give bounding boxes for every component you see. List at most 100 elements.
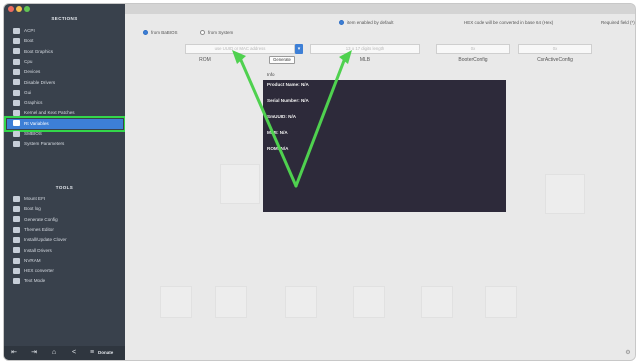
zoom-window-button[interactable] (24, 6, 30, 12)
background-tile (545, 174, 585, 214)
sidebar-item-label: Install/Update Clover (24, 237, 67, 243)
sidebar-section-system-parameters[interactable]: System Parameters (7, 139, 123, 149)
sidebar-item-label: Boot log (24, 206, 41, 212)
palette-icon (13, 226, 20, 233)
list-icon (13, 110, 20, 117)
sidebar-item-label: Devices (24, 69, 41, 75)
sidebar-item-label: ACPI (24, 28, 35, 33)
sidebar-item-label: Text Mode (24, 278, 46, 284)
sidebar-item-label: Gui (24, 89, 32, 95)
donate-button[interactable]: Donate (98, 349, 113, 357)
hex-note: HEX code will be converted in base 64 (H… (464, 20, 554, 25)
sidebar-item-label: Mount EFI (24, 196, 46, 201)
booter-config-column-label: BooterConfig (458, 57, 488, 63)
background-tile (220, 164, 260, 204)
download-icon (13, 236, 20, 243)
mlb-input[interactable]: 13 o 17 digits length (310, 44, 420, 54)
disk-icon (13, 195, 20, 202)
close-window-button[interactable] (8, 6, 14, 12)
sidebar-item-label: Install Drivers (24, 247, 52, 253)
sidebar-item-label: Themes Editor (24, 226, 54, 232)
info-smuuid: SmUUID: N/A (267, 114, 297, 119)
booter-config-input[interactable]: 0x (436, 44, 510, 54)
sidebar-item-label: System Parameters (24, 141, 65, 147)
import-icon[interactable]: ⇤ (10, 349, 18, 357)
sidebar-bottom-bar: ⇤ ⇥ ⌂ < ≡ Donate (4, 346, 125, 360)
sidebar-item-label: Kernel and Kext Patches (24, 110, 75, 116)
sidebar-section-acpi[interactable]: ACPI (7, 26, 123, 36)
sidebar-item-label: Boot Graphics (24, 48, 54, 54)
sidebar-section-cpu[interactable]: Cpu (7, 57, 123, 67)
background-tile (160, 286, 192, 318)
coin-icon[interactable]: ≡ (88, 349, 96, 357)
sidebar-section-graphics[interactable]: Graphics (7, 98, 123, 108)
sidebar-tool-install-drivers[interactable]: Install Drivers (7, 246, 123, 256)
info-rom: ROM: N/A (267, 146, 289, 151)
list-icon (13, 130, 20, 137)
csr-active-config-column-label: CsrActiveConfig (537, 57, 573, 63)
sidebar-item-label: Graphics (24, 100, 43, 106)
list-icon (13, 38, 20, 45)
settings-gear-icon[interactable]: ⚙ (625, 350, 631, 356)
sidebar-item-label: NVRAM (24, 257, 41, 263)
background-tile (215, 286, 247, 318)
sidebar-section-boot[interactable]: Boot (7, 36, 123, 46)
info-product-name: Product Name: N/A (267, 82, 309, 87)
info-serial-number: Serial Number: N/A (267, 98, 309, 103)
sidebar-section-kernel-and-kext-patches[interactable]: Kernel and Kext Patches (7, 108, 123, 118)
title-bar (125, 4, 635, 14)
list-icon (13, 68, 20, 75)
csr-active-config-input[interactable]: 0x (518, 44, 592, 54)
info-mlb: MLB: N/A (267, 130, 288, 135)
generate-button[interactable]: Generate (269, 56, 295, 64)
sidebar-section-smbios[interactable]: SMBIOS (7, 129, 123, 139)
tools-heading: TOOLS (55, 185, 74, 190)
list-icon (13, 48, 20, 55)
source-radio-babios[interactable] (143, 30, 148, 35)
minimize-window-button[interactable] (16, 6, 22, 12)
sidebar-section-devices[interactable]: Devices (7, 67, 123, 77)
list-icon (13, 58, 20, 65)
sidebar-tool-boot-log[interactable]: Boot log (7, 204, 123, 214)
mlb-column-label: MLB (359, 57, 371, 63)
sidebar-tool-text-mode[interactable]: Text Mode (7, 276, 123, 286)
default-note: item enabled by default (347, 20, 394, 25)
export-icon[interactable]: ⇥ (30, 349, 38, 357)
source-label-system: from System (208, 30, 234, 35)
default-indicator (339, 20, 344, 25)
required-note: Required field (*) (601, 20, 635, 25)
sidebar-tool-themes-editor[interactable]: Themes Editor (7, 225, 123, 235)
sidebar: SECTIONS ACPI Boot Boot Graphics Cpu Devices… (4, 4, 126, 360)
sidebar-section-boot-graphics[interactable]: Boot Graphics (7, 47, 123, 57)
rom-dropdown-button[interactable]: ▾ (295, 44, 303, 54)
sidebar-item-label: Generate Config (24, 216, 58, 222)
share-icon[interactable]: < (70, 349, 78, 357)
sidebar-item-label: SMBIOS (24, 131, 42, 136)
rom-column-label: ROM (199, 57, 211, 63)
sections-heading: SECTIONS (51, 16, 78, 21)
sidebar-tool-hex-converter[interactable]: HEX converter (7, 266, 123, 276)
chip-icon (13, 257, 20, 264)
list-icon (13, 278, 20, 285)
sidebar-section-gui[interactable]: Gui (7, 88, 123, 98)
sidebar-tool-mount-efi[interactable]: Mount EFI (7, 194, 123, 204)
background-tile (285, 286, 317, 318)
background-tile (421, 286, 453, 318)
background-tile (353, 286, 385, 318)
sidebar-tool-generate-config[interactable]: Generate Config (7, 215, 123, 225)
sidebar-item-label: Cpu (24, 58, 33, 64)
info-panel: Info Product Name: N/A Serial Number: N/… (263, 72, 506, 212)
source-radio-system[interactable] (200, 30, 205, 35)
sidebar-section-disable-drivers[interactable]: Disable Drivers (7, 78, 123, 88)
home-icon[interactable]: ⌂ (50, 349, 58, 357)
source-label-babios: from BaBIOS (151, 30, 178, 35)
list-icon (13, 120, 20, 127)
info-heading: Info (267, 72, 275, 77)
sidebar-tool-install-update-clover[interactable]: Install/Update Clover (7, 235, 123, 245)
list-icon (13, 141, 20, 148)
sidebar-tool-nvram[interactable]: NVRAM (7, 256, 123, 266)
app-window: SECTIONS ACPI Boot Boot Graphics Cpu Devices… (4, 4, 635, 360)
sidebar-section-rt-variables[interactable]: Rt Variables (4, 115, 126, 132)
rom-input[interactable]: use UUID or MAC address (185, 44, 295, 54)
list-icon (13, 89, 20, 96)
